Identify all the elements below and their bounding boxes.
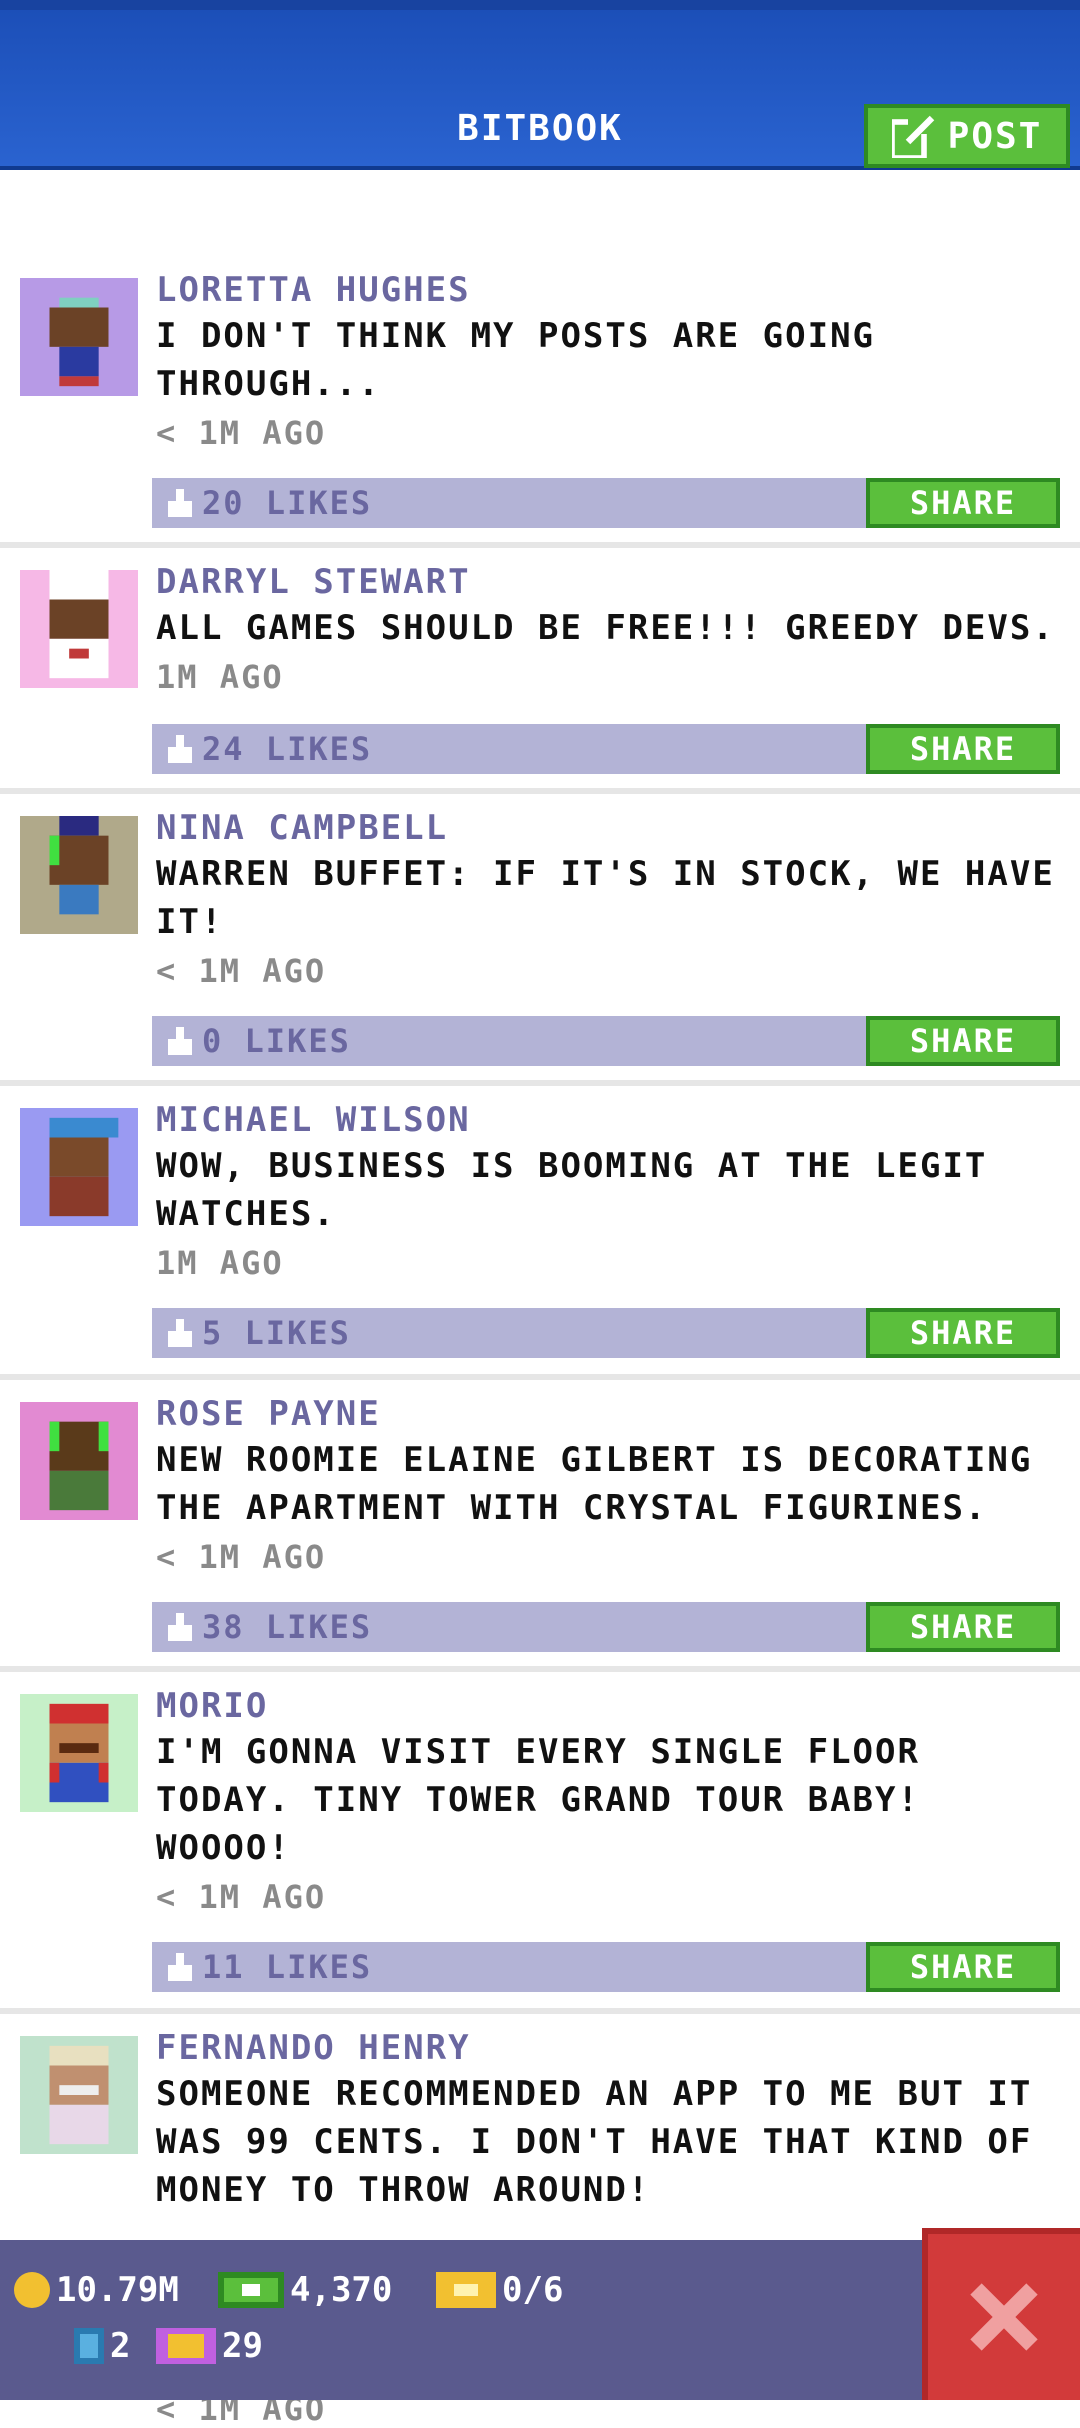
thumb-icon [168,489,192,517]
close-button[interactable] [922,2228,1080,2400]
gold-tickets-value: 29 [222,2326,263,2366]
share-button[interactable]: SHARE [866,724,1060,774]
bux-value: 4,370 [290,2270,393,2310]
post-button-label: POST [947,115,1043,157]
avatar [20,816,138,934]
post-item: MICHAEL WILSON WOW, BUSINESS IS BOOMING … [0,1086,1080,1380]
share-button[interactable]: SHARE [866,1308,1060,1358]
share-button[interactable]: SHARE [866,1942,1060,1992]
post-message: ALL GAMES SHOULD BE FREE!!! GREEDY DEVS. [156,608,1055,648]
likes-bar: 11 LIKES SHARE [152,1942,1060,1992]
avatar [20,278,138,396]
ticket-icon [436,2272,496,2308]
likes-bar: 5 LIKES SHARE [152,1308,1060,1358]
share-button[interactable]: SHARE [866,1602,1060,1652]
avatar [20,2036,138,2154]
thumb-icon [168,1613,192,1641]
post-time: < 1M AGO [156,1878,327,1916]
key-icon [74,2328,104,2364]
tickets-value: 0/6 [502,2270,564,2310]
post-author: NINA CAMPBELL [156,808,449,848]
post-item: DARRYL STEWART ALL GAMES SHOULD BE FREE!… [0,548,1080,794]
coins-stat: 10.79M [14,2270,179,2310]
compose-icon [891,114,936,158]
close-icon [970,2283,1038,2351]
likes-count: 5 LIKES [202,1314,351,1352]
post-time: < 1M AGO [156,414,327,452]
post-message: WOW, BUSINESS IS BOOMING AT THE LEGIT WA… [156,1146,988,1234]
thumb-icon [168,735,192,763]
status-bar: 10.79M 4,370 0/6 2 29 [0,2240,1080,2400]
post-message: WARREN BUFFET: IF IT'S IN STOCK, WE HAVE… [156,854,1055,942]
thumb-icon [168,1027,192,1055]
post-item: ROSE PAYNE NEW ROOMIE ELAINE GILBERT IS … [0,1380,1080,1672]
share-button[interactable]: SHARE [866,478,1060,528]
tickets-stat: 0/6 [436,2270,563,2310]
share-button[interactable]: SHARE [866,1016,1060,1066]
post-author: FERNANDO HENRY [156,2028,471,2068]
likes-bar: 0 LIKES SHARE [152,1016,1060,1066]
post-item: LORETTA HUGHES I DON'T THINK MY POSTS AR… [0,170,1080,548]
post-message: I'M GONNA VISIT EVERY SINGLE FLOOR TODAY… [156,1732,920,1868]
keys-stat: 2 [74,2326,130,2366]
post-message: I DON'T THINK MY POSTS ARE GOING THROUGH… [156,316,876,404]
likes-count: 38 LIKES [202,1608,373,1646]
thumb-icon [168,1953,192,1981]
avatar [20,1108,138,1226]
avatar [20,570,138,688]
post-message: SOMEONE RECOMMENDED AN APP TO ME BUT IT … [156,2074,1033,2210]
post-time: 1M AGO [156,658,284,696]
likes-count: 20 LIKES [202,484,373,522]
post-author: ROSE PAYNE [156,1394,381,1434]
likes-count: 24 LIKES [202,730,373,768]
golden-ticket-icon [156,2328,216,2364]
bux-stat: 4,370 [218,2270,392,2310]
likes-bar: 20 LIKES SHARE [152,478,1060,528]
bux-icon [218,2272,284,2308]
coin-icon [14,2272,50,2308]
post-message: NEW ROOMIE ELAINE GILBERT IS DECORATING … [156,1440,1033,1528]
post-author: DARRYL STEWART [156,562,471,602]
coins-value: 10.79M [56,2270,179,2310]
top-bar: BITBOOK POST [0,0,1080,170]
post-author: MORIO [156,1686,269,1726]
post-time: 1M AGO [156,1244,284,1282]
post-item: MORIO I'M GONNA VISIT EVERY SINGLE FLOOR… [0,1672,1080,2014]
post-time: < 1M AGO [156,952,327,990]
likes-count: 0 LIKES [202,1022,351,1060]
likes-count: 11 LIKES [202,1948,373,1986]
post-author: MICHAEL WILSON [156,1100,471,1140]
thumb-icon [168,1319,192,1347]
post-item: NINA CAMPBELL WARREN BUFFET: IF IT'S IN … [0,794,1080,1086]
keys-value: 2 [110,2326,131,2366]
post-author: LORETTA HUGHES [156,270,471,310]
avatar [20,1694,138,1812]
avatar [20,1402,138,1520]
likes-bar: 38 LIKES SHARE [152,1602,1060,1652]
post-button[interactable]: POST [864,104,1070,168]
post-time: < 1M AGO [156,1538,327,1576]
gold-tickets-stat: 29 [156,2326,263,2366]
likes-bar: 24 LIKES SHARE [152,724,1060,774]
